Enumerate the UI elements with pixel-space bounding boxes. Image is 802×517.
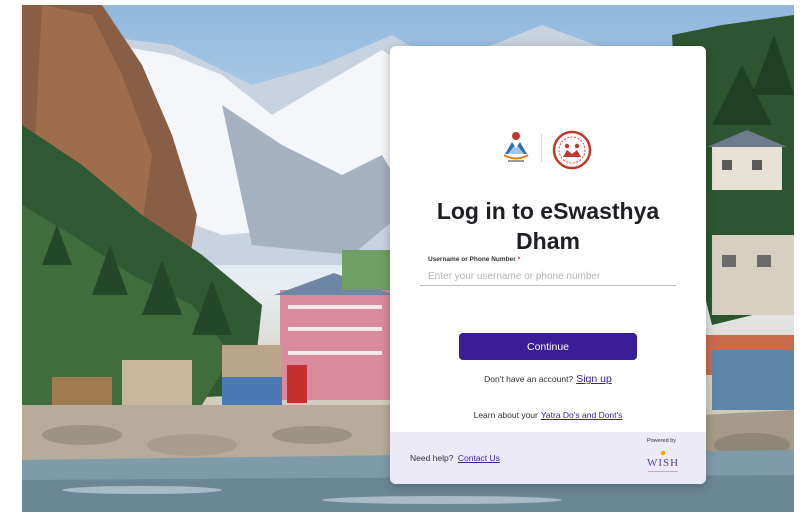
signup-row: Don't have an account? Sign up <box>390 373 706 385</box>
logo-row <box>390 130 706 170</box>
username-label-text: Username or Phone Number <box>428 256 516 263</box>
yatra-guidelines-link[interactable]: Yatra Do's and Dont's <box>541 410 623 420</box>
help-row: Need help? Contact Us <box>410 453 500 463</box>
powered-by-label: Powered by <box>646 438 676 444</box>
learn-row: Learn about your Yatra Do's and Dont's <box>390 410 706 420</box>
card-footer: Need help? Contact Us Powered by WISH <box>390 432 706 484</box>
username-input[interactable] <box>420 268 676 286</box>
username-label: Username or Phone Number * <box>428 256 520 263</box>
wish-logo-icon: WISH <box>640 448 686 474</box>
signup-link[interactable]: Sign up <box>576 373 612 385</box>
contact-us-link[interactable]: Contact Us <box>458 453 500 463</box>
page-title: Log in to eSwasthya Dham <box>436 198 660 254</box>
health-department-emblem-icon <box>552 130 592 170</box>
continue-button[interactable]: Continue <box>459 333 637 360</box>
signup-prompt: Don't have an account? <box>484 374 574 384</box>
required-mark: * <box>517 256 521 263</box>
help-prompt: Need help? <box>410 453 454 463</box>
login-card: Log in to eSwasthya Dham Username or Pho… <box>390 46 706 484</box>
logo-divider <box>541 134 542 162</box>
learn-prompt: Learn about your <box>473 410 538 420</box>
state-emblem-icon <box>503 132 529 162</box>
wish-brand-text: WISH <box>646 457 680 469</box>
